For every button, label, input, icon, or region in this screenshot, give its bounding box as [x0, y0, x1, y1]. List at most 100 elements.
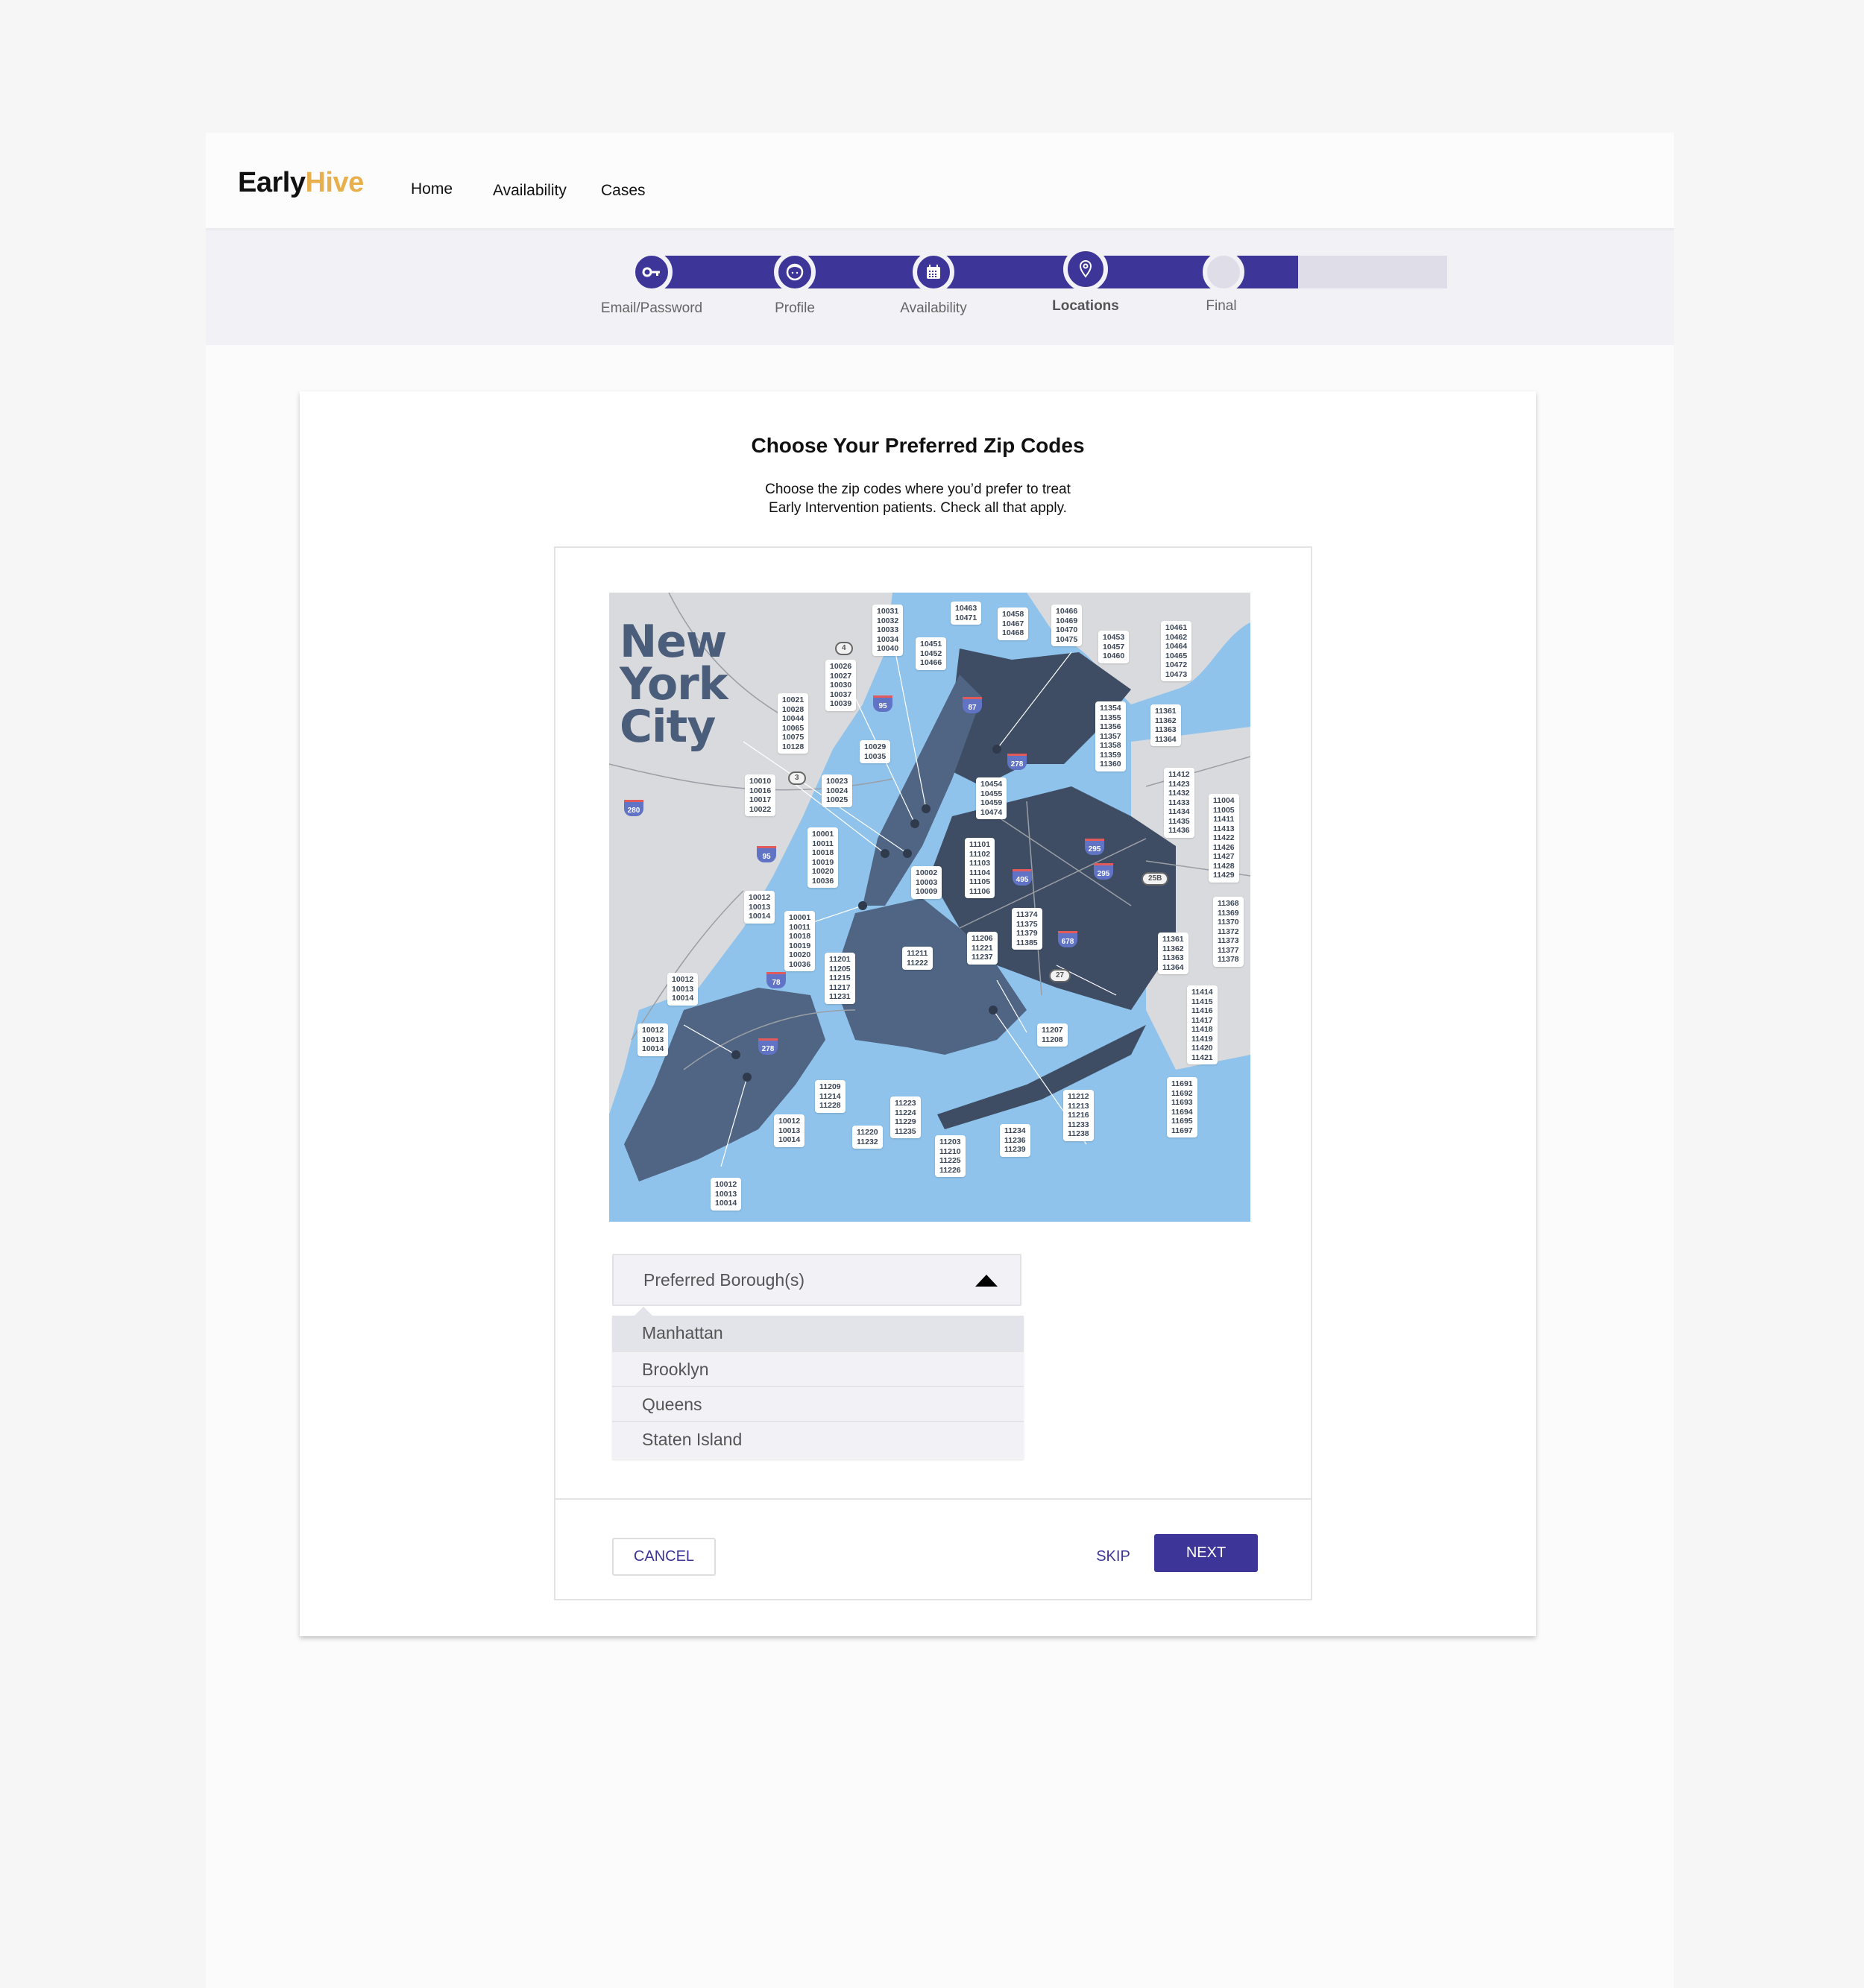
app-frame: EarlyHive Home Availability Cases Email/… [206, 133, 1674, 1988]
skip-button[interactable]: SKIP [1091, 1538, 1136, 1576]
key-icon [642, 267, 660, 277]
zip-code-label[interactable]: 10002 10003 10009 [911, 866, 942, 899]
zip-code-label[interactable]: 11354 11355 11356 11357 11358 11359 1136… [1095, 701, 1126, 771]
zip-code-label[interactable]: 11211 11222 [902, 947, 933, 970]
zip-code-label[interactable]: 10029 10035 [860, 740, 891, 763]
route-marker-icon: 27 [1049, 969, 1071, 982]
calendar-icon [927, 265, 940, 279]
zip-code-label[interactable]: 11209 11214 11228 [815, 1080, 846, 1113]
step-final [1203, 251, 1244, 293]
zip-code-label[interactable]: 11234 11236 11239 [1000, 1124, 1030, 1157]
zip-code-label[interactable]: 10012 10013 10014 [667, 973, 699, 1006]
zip-code-label[interactable]: 11206 11221 11237 [967, 932, 998, 965]
zip-code-label[interactable]: 10001 10011 10018 10019 10020 10036 [807, 827, 839, 888]
face-icon [786, 263, 804, 281]
zip-code-label[interactable]: 10012 10013 10014 [744, 891, 775, 924]
zip-code-label[interactable]: 11101 11102 11103 11104 11105 11106 [965, 838, 995, 898]
next-button[interactable]: NEXT [1154, 1534, 1258, 1572]
footer-divider [555, 1498, 1311, 1500]
stepper-track-completed [653, 256, 1298, 288]
stepper-track-remaining [1298, 256, 1447, 288]
earlyhive-logo[interactable]: EarlyHive [238, 167, 364, 199]
page-title: Choose Your Preferred Zip Codes [751, 434, 1085, 457]
zip-code-label[interactable]: 10001 10011 10018 10019 10020 10036 [784, 911, 816, 971]
map-title-line: York [620, 658, 728, 710]
zip-code-label[interactable]: 11203 11210 11225 11226 [935, 1135, 966, 1177]
zip-code-label[interactable]: 11412 11423 11432 11433 11434 11435 1143… [1164, 768, 1194, 838]
borough-option-staten-island[interactable]: Staten Island [612, 1422, 1024, 1460]
zip-code-label[interactable]: 11220 11232 [852, 1126, 883, 1149]
zip-code-label[interactable]: 11212 11213 11216 11233 11238 [1063, 1090, 1094, 1141]
zip-code-label[interactable]: 11223 11224 11229 11235 [890, 1096, 921, 1138]
zip-code-label[interactable]: 10010 10016 10017 10022 [745, 774, 776, 816]
interstate-shield-icon: 95 [873, 695, 892, 712]
interstate-shield-icon: 295 [1085, 839, 1104, 855]
borough-option-manhattan[interactable]: Manhattan [612, 1316, 1024, 1352]
interstate-shield-icon: 95 [757, 846, 776, 862]
borough-option-brooklyn[interactable]: Brooklyn [612, 1352, 1024, 1387]
zip-code-label[interactable]: 10031 10032 10033 10034 10040 [872, 605, 904, 656]
zip-code-label[interactable]: 10023 10024 10025 [822, 774, 853, 807]
step-label-email-password: Email/Password [600, 300, 703, 316]
subtitle-line-2: Early Intervention patients. Check all t… [769, 500, 1067, 516]
cancel-button[interactable]: CANCEL [612, 1538, 716, 1576]
nav-cases[interactable]: Cases [601, 182, 646, 200]
borough-dropdown[interactable]: Preferred Borough(s) [612, 1254, 1021, 1306]
route-marker-icon: 4 [835, 642, 853, 655]
nav-availability[interactable]: Availability [493, 182, 567, 200]
map-title-line: City [620, 701, 716, 753]
map-title-line: New [620, 616, 727, 668]
zip-code-label[interactable]: 10458 10467 10468 [998, 608, 1029, 640]
zip-code-label[interactable]: 11374 11375 11379 11385 [1012, 908, 1042, 950]
zip-code-label[interactable]: 10021 10028 10044 10065 10075 10128 [778, 693, 809, 754]
page-subtitle: Choose the zip codes where you’d prefer … [300, 480, 1536, 517]
zip-code-label[interactable]: 10466 10469 10470 10475 [1051, 605, 1083, 646]
zip-code-label[interactable]: 11361 11362 11363 11364 [1150, 704, 1181, 746]
step-profile [774, 251, 816, 293]
interstate-shield-icon: 280 [624, 800, 643, 816]
zip-code-label[interactable]: 10454 10455 10459 10474 [976, 777, 1007, 819]
zip-code-label[interactable]: 10026 10027 10030 10037 10039 [825, 660, 857, 711]
logo-part-hive: Hive [305, 167, 364, 198]
step-availability [913, 251, 954, 293]
zip-code-label[interactable]: 10012 10013 10014 [711, 1178, 742, 1211]
route-marker-icon: 25B [1142, 872, 1169, 886]
borough-dropdown-label: Preferred Borough(s) [643, 1270, 805, 1290]
zip-code-label[interactable]: 11361 11362 11363 11364 [1158, 933, 1188, 974]
map-title: New York City [620, 616, 728, 753]
interstate-shield-icon: 495 [1013, 869, 1032, 886]
zip-code-label[interactable]: 10463 10471 [951, 602, 982, 625]
borough-options-menu: Manhattan Brooklyn Queens Staten Island [612, 1307, 1024, 1460]
zip-code-card: Choose Your Preferred Zip Codes Choose t… [300, 391, 1536, 1636]
zip-code-label[interactable]: 10453 10457 10460 [1098, 631, 1130, 663]
step-label-locations: Locations [1052, 298, 1119, 314]
zip-code-label[interactable]: 11004 11005 11411 11413 11422 11426 1142… [1209, 794, 1239, 883]
step-label-final: Final [1206, 298, 1237, 314]
logo-part-early: Early [238, 167, 306, 198]
zip-code-label[interactable]: 11691 11692 11693 11694 11695 11697 [1167, 1077, 1197, 1137]
interstate-shield-icon: 278 [1007, 754, 1027, 770]
nav-home[interactable]: Home [411, 180, 453, 198]
top-header: EarlyHive Home Availability Cases [206, 133, 1674, 228]
step-email-password [631, 251, 673, 293]
zip-code-label[interactable]: 11207 11208 [1037, 1023, 1068, 1047]
progress-stepper: Email/Password Profile Availability Loca… [206, 228, 1674, 345]
zip-code-label[interactable]: 11368 11369 11370 11372 11373 11377 1137… [1213, 897, 1244, 967]
zip-code-label[interactable]: 10461 10462 10464 10465 10472 10473 [1161, 621, 1192, 681]
zip-code-label[interactable]: 10451 10452 10466 [916, 637, 947, 670]
interstate-shield-icon: 87 [963, 697, 982, 713]
subtitle-line-1: Choose the zip codes where you’d prefer … [765, 482, 1071, 497]
zip-code-label[interactable]: 10012 10013 10014 [774, 1114, 805, 1147]
interstate-shield-icon: 78 [766, 972, 786, 988]
borough-option-queens[interactable]: Queens [612, 1387, 1024, 1422]
caret-up-icon[interactable] [975, 1275, 998, 1287]
route-marker-icon: 3 [788, 771, 806, 785]
zip-code-label[interactable]: 10012 10013 10014 [637, 1023, 669, 1056]
selection-panel: New York City 10031 10032 10033 10034 10… [554, 546, 1312, 1600]
zip-code-label[interactable]: 11201 11205 11215 11217 11231 [825, 953, 855, 1004]
interstate-shield-icon: 678 [1058, 931, 1077, 947]
interstate-shield-icon: 278 [758, 1038, 778, 1055]
zip-code-label[interactable]: 11414 11415 11416 11417 11418 11419 1142… [1187, 985, 1218, 1064]
map-pin-icon [1079, 260, 1092, 278]
nyc-zip-map[interactable]: New York City 10031 10032 10033 10034 10… [609, 593, 1250, 1222]
